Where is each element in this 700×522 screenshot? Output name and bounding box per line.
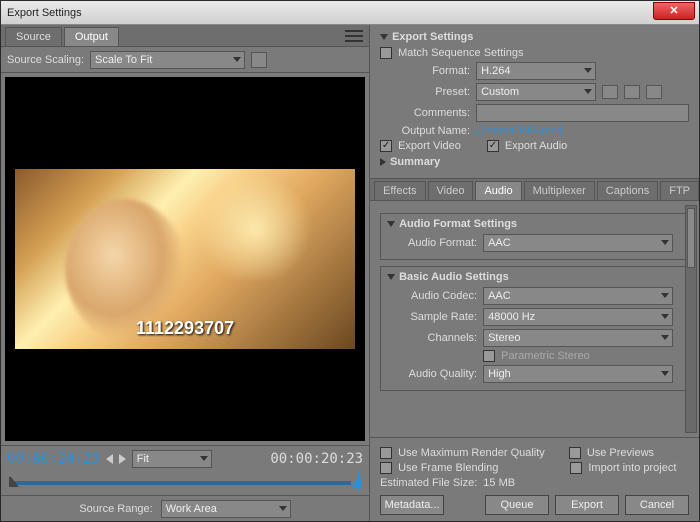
export-audio-checkbox[interactable] bbox=[487, 140, 499, 152]
chevron-right-icon[interactable] bbox=[380, 158, 386, 166]
audio-format-label: Audio Format: bbox=[387, 237, 477, 249]
parametric-stereo-checkbox bbox=[483, 350, 495, 362]
export-audio-label: Export Audio bbox=[505, 140, 567, 152]
titlebar: Export Settings ✕ bbox=[1, 1, 699, 25]
chevron-down-icon[interactable] bbox=[387, 221, 395, 227]
chevron-down-icon[interactable] bbox=[387, 274, 395, 280]
format-label: Format: bbox=[380, 65, 470, 77]
timeline-track[interactable] bbox=[11, 481, 359, 485]
timecode-in[interactable]: 00:00:20:23 bbox=[7, 451, 100, 467]
close-button[interactable]: ✕ bbox=[653, 2, 695, 20]
frame-blending-label: Use Frame Blending bbox=[398, 462, 498, 474]
audio-codec-label: Audio Codec: bbox=[387, 290, 477, 302]
audio-quality-select[interactable]: High bbox=[483, 365, 673, 383]
export-settings-window: Export Settings ✕ Source Output Source S… bbox=[0, 0, 700, 522]
playhead[interactable] bbox=[357, 471, 359, 491]
chevron-down-icon[interactable] bbox=[380, 34, 388, 40]
audio-format-section: Audio Format Settings Audio Format: AAC bbox=[380, 213, 689, 260]
import-project-label: Import into project bbox=[588, 462, 676, 474]
source-range-label: Source Range: bbox=[79, 503, 152, 515]
import-project-checkbox[interactable] bbox=[570, 462, 582, 474]
preview-frame: 1112293707 bbox=[15, 169, 355, 349]
use-previews-checkbox[interactable] bbox=[569, 447, 581, 459]
window-title: Export Settings bbox=[7, 7, 82, 19]
comments-label: Comments: bbox=[380, 107, 470, 119]
settings-tabs: Effects Video Audio Multiplexer Captions… bbox=[370, 179, 699, 201]
source-scaling-select[interactable]: Scale To Fit bbox=[90, 51, 245, 69]
audio-codec-select[interactable]: AAC bbox=[483, 287, 673, 305]
import-preset-icon[interactable] bbox=[624, 85, 640, 99]
parametric-stereo-label: Parametric Stereo bbox=[501, 350, 590, 362]
tab-captions[interactable]: Captions bbox=[597, 181, 658, 200]
export-video-checkbox[interactable] bbox=[380, 140, 392, 152]
basic-audio-section: Basic Audio Settings Audio Codec: AAC Sa… bbox=[380, 266, 689, 391]
comments-input[interactable] bbox=[476, 104, 689, 122]
source-range-select[interactable]: Work Area bbox=[161, 500, 291, 518]
channels-select[interactable]: Stereo bbox=[483, 329, 673, 347]
preview-tabs: Source Output bbox=[1, 25, 369, 47]
est-size-value: 15 MB bbox=[483, 477, 515, 489]
export-settings-heading: Export Settings bbox=[392, 31, 473, 43]
use-previews-label: Use Previews bbox=[587, 447, 654, 459]
preset-label: Preset: bbox=[380, 86, 470, 98]
queue-button[interactable]: Queue bbox=[485, 495, 549, 515]
export-video-label: Export Video bbox=[398, 140, 461, 152]
est-size-label: Estimated File Size: bbox=[380, 477, 477, 489]
out-marker[interactable] bbox=[351, 475, 361, 487]
frame-blending-checkbox[interactable] bbox=[380, 462, 392, 474]
tab-video[interactable]: Video bbox=[428, 181, 474, 200]
cancel-button[interactable]: Cancel bbox=[625, 495, 689, 515]
source-scaling-label: Source Scaling: bbox=[7, 54, 84, 66]
sample-rate-label: Sample Rate: bbox=[387, 311, 477, 323]
panel-menu-icon[interactable] bbox=[345, 29, 363, 43]
right-panel: Export Settings Match Sequence Settings … bbox=[370, 25, 699, 521]
output-name-label: Output Name: bbox=[380, 125, 470, 137]
crop-icon[interactable] bbox=[251, 52, 267, 68]
tab-output[interactable]: Output bbox=[64, 27, 119, 46]
timeline[interactable] bbox=[1, 471, 369, 495]
step-fwd-icon[interactable] bbox=[119, 454, 126, 464]
export-settings-section: Export Settings Match Sequence Settings … bbox=[370, 25, 699, 179]
preview-area: 1112293707 bbox=[5, 77, 365, 441]
summary-heading: Summary bbox=[390, 156, 440, 168]
tab-ftp[interactable]: FTP bbox=[660, 181, 699, 200]
watermark-text: 1112293707 bbox=[136, 318, 234, 339]
zoom-fit-select[interactable]: Fit bbox=[132, 450, 212, 468]
left-panel: Source Output Source Scaling: Scale To F… bbox=[1, 25, 370, 521]
scroll-thumb[interactable] bbox=[687, 208, 695, 268]
step-back-icon[interactable] bbox=[106, 454, 113, 464]
vertical-scrollbar[interactable] bbox=[685, 205, 697, 433]
metadata-button[interactable]: Metadata... bbox=[380, 495, 444, 515]
output-name-link[interactable]: CinemaDNG.mp4 bbox=[476, 125, 563, 137]
max-render-quality-checkbox[interactable] bbox=[380, 447, 392, 459]
match-sequence-checkbox[interactable] bbox=[380, 47, 392, 59]
match-sequence-label: Match Sequence Settings bbox=[398, 47, 523, 59]
format-select[interactable]: H.264 bbox=[476, 62, 596, 80]
channels-label: Channels: bbox=[387, 332, 477, 344]
save-preset-icon[interactable] bbox=[602, 85, 618, 99]
bottom-panel: Use Maximum Render Quality Use Previews … bbox=[370, 437, 699, 521]
audio-format-select[interactable]: AAC bbox=[483, 234, 673, 252]
audio-quality-label: Audio Quality: bbox=[387, 368, 477, 380]
tab-audio[interactable]: Audio bbox=[475, 181, 521, 200]
tab-source[interactable]: Source bbox=[5, 27, 62, 46]
export-button[interactable]: Export bbox=[555, 495, 619, 515]
audio-settings-scroll: Audio Format Settings Audio Format: AAC … bbox=[370, 201, 699, 437]
sample-rate-select[interactable]: 48000 Hz bbox=[483, 308, 673, 326]
delete-preset-icon[interactable] bbox=[646, 85, 662, 99]
playbar: 00:00:20:23 Fit 00:00:20:23 bbox=[1, 445, 369, 471]
max-render-quality-label: Use Maximum Render Quality bbox=[398, 447, 545, 459]
tab-effects[interactable]: Effects bbox=[374, 181, 425, 200]
in-marker[interactable] bbox=[9, 475, 19, 487]
preset-select[interactable]: Custom bbox=[476, 83, 596, 101]
tab-multiplexer[interactable]: Multiplexer bbox=[524, 181, 595, 200]
timecode-out: 00:00:20:23 bbox=[270, 451, 363, 467]
